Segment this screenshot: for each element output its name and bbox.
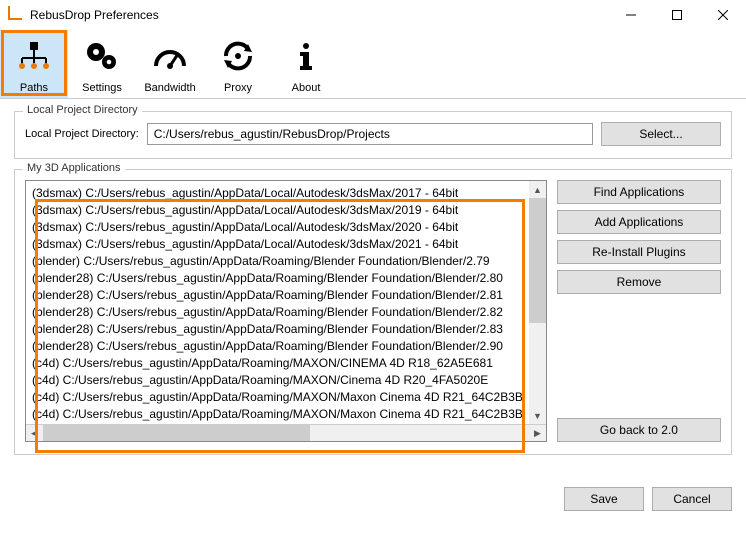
- local-project-directory-group: Local Project Directory Local Project Di…: [14, 111, 732, 159]
- about-icon: [288, 38, 324, 74]
- list-item[interactable]: (c4d) C:/Users/rebus_agustin/AppData/Roa…: [32, 406, 523, 423]
- horizontal-scrollbar[interactable]: ◀ ▶: [26, 424, 546, 441]
- toolbar-about[interactable]: About: [272, 30, 340, 98]
- scroll-down-icon[interactable]: ▼: [529, 407, 546, 424]
- maximize-button[interactable]: [654, 0, 700, 30]
- app-icon: [8, 6, 22, 20]
- list-item[interactable]: (3dsmax) C:/Users/rebus_agustin/AppData/…: [32, 185, 523, 202]
- list-item[interactable]: (3dsmax) C:/Users/rebus_agustin/AppData/…: [32, 236, 523, 253]
- toolbar-item-label: Paths: [20, 82, 48, 94]
- applications-listbox[interactable]: (3dsmax) C:/Users/rebus_agustin/AppData/…: [25, 180, 547, 442]
- remove-button[interactable]: Remove: [557, 270, 721, 294]
- list-item[interactable]: (c4d) C:/Users/rebus_agustin/AppData/Roa…: [32, 389, 523, 406]
- list-item[interactable]: (c4d) C:/Users/rebus_agustin/AppData/Roa…: [32, 355, 523, 372]
- save-button[interactable]: Save: [564, 487, 644, 511]
- paths-icon: [16, 38, 52, 74]
- minimize-button[interactable]: [608, 0, 654, 30]
- scroll-left-icon[interactable]: ◀: [26, 425, 43, 441]
- go-back-button[interactable]: Go back to 2.0: [557, 418, 721, 442]
- toolbar-item-label: Bandwidth: [144, 82, 195, 94]
- group-legend: My 3D Applications: [23, 162, 125, 174]
- toolbar: Paths Settings Bandwidth Proxy About: [0, 30, 746, 99]
- local-dir-input[interactable]: [147, 123, 593, 145]
- list-item[interactable]: (blender28) C:/Users/rebus_agustin/AppDa…: [32, 304, 523, 321]
- toolbar-item-label: Proxy: [224, 82, 252, 94]
- proxy-icon: [220, 38, 256, 74]
- scroll-thumb[interactable]: [529, 198, 546, 323]
- local-dir-label: Local Project Directory:: [25, 128, 139, 140]
- scroll-up-icon[interactable]: ▲: [529, 181, 546, 198]
- close-button[interactable]: [700, 0, 746, 30]
- list-item[interactable]: (blender28) C:/Users/rebus_agustin/AppDa…: [32, 270, 523, 287]
- list-item[interactable]: (3dsmax) C:/Users/rebus_agustin/AppData/…: [32, 202, 523, 219]
- select-button[interactable]: Select...: [601, 122, 721, 146]
- toolbar-item-label: About: [292, 82, 321, 94]
- find-applications-button[interactable]: Find Applications: [557, 180, 721, 204]
- scroll-right-icon[interactable]: ▶: [529, 425, 546, 441]
- settings-icon: [84, 38, 120, 74]
- list-item[interactable]: (blender) C:/Users/rebus_agustin/AppData…: [32, 253, 523, 270]
- vertical-scrollbar[interactable]: ▲ ▼: [529, 181, 546, 424]
- toolbar-proxy[interactable]: Proxy: [204, 30, 272, 98]
- my-3d-applications-group: My 3D Applications (3dsmax) C:/Users/reb…: [14, 169, 732, 455]
- toolbar-settings[interactable]: Settings: [68, 30, 136, 98]
- list-item[interactable]: (c4d) C:/Users/rebus_agustin/AppData/Roa…: [32, 372, 523, 389]
- list-item[interactable]: (blender28) C:/Users/rebus_agustin/AppDa…: [32, 321, 523, 338]
- scroll-thumb[interactable]: [43, 425, 310, 441]
- bandwidth-icon: [152, 38, 188, 74]
- list-item[interactable]: (blender28) C:/Users/rebus_agustin/AppDa…: [32, 338, 523, 355]
- reinstall-plugins-button[interactable]: Re-Install Plugins: [557, 240, 721, 264]
- list-item[interactable]: (blender28) C:/Users/rebus_agustin/AppDa…: [32, 287, 523, 304]
- window-title: RebusDrop Preferences: [30, 8, 608, 22]
- list-item[interactable]: (3dsmax) C:/Users/rebus_agustin/AppData/…: [32, 219, 523, 236]
- toolbar-bandwidth[interactable]: Bandwidth: [136, 30, 204, 98]
- toolbar-paths[interactable]: Paths: [0, 30, 68, 98]
- group-legend: Local Project Directory: [23, 104, 142, 116]
- toolbar-item-label: Settings: [82, 82, 122, 94]
- cancel-button[interactable]: Cancel: [652, 487, 732, 511]
- add-applications-button[interactable]: Add Applications: [557, 210, 721, 234]
- titlebar: RebusDrop Preferences: [0, 0, 746, 30]
